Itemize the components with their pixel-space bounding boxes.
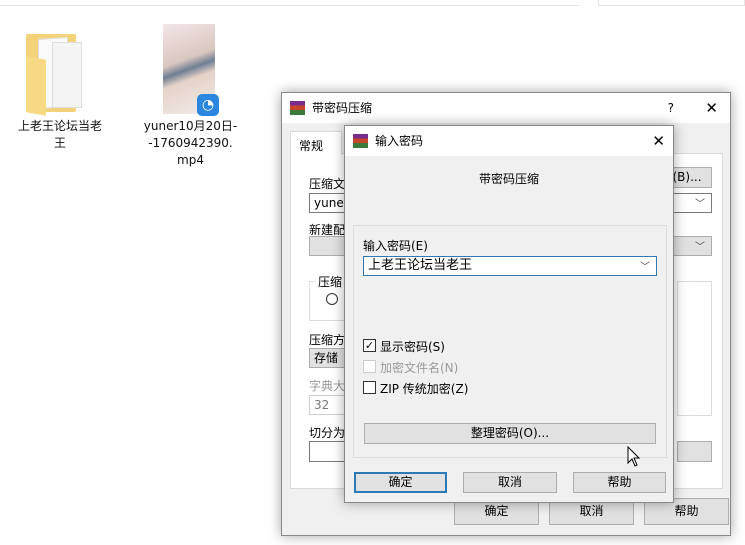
password-dialog: 输入密码 ✕ 带密码压缩 输入密码(E) 上老王论坛当老王 ﹀ ✓ 显示密码(S)…: [344, 125, 674, 503]
cancel-button[interactable]: 取消: [463, 472, 557, 493]
player-badge-icon: ◔: [197, 94, 219, 116]
zip-legacy-label: ZIP 传统加密(Z): [380, 382, 469, 396]
ok-button[interactable]: 确定: [354, 472, 447, 493]
help-button[interactable]: 帮助: [573, 472, 666, 493]
chevron-down-icon: ﹀: [695, 242, 705, 253]
video-label: yuner10月20日--1760942390.mp4: [143, 119, 238, 167]
folder-label: 上老王论坛当老王: [17, 119, 102, 150]
show-password-checkbox[interactable]: ✓: [363, 339, 376, 352]
close-icon[interactable]: ✕: [705, 93, 718, 123]
folder-icon: [26, 28, 90, 116]
password-combobox[interactable]: 上老王论坛当老王 ﹀: [363, 256, 657, 276]
dict-label: 字典大: [309, 379, 346, 393]
show-password-label: 显示密码(S): [380, 340, 445, 354]
chevron-down-icon: ﹀: [695, 199, 705, 210]
title-bar: 带密码压缩 ? ✕: [282, 93, 730, 123]
dialog-title: 输入密码: [375, 134, 424, 148]
help-title-button[interactable]: ?: [668, 93, 674, 123]
video-thumbnail-icon: ◔: [163, 24, 219, 116]
archive-name-label: 压缩文: [309, 177, 346, 191]
title-bar: 输入密码 ✕: [345, 126, 673, 156]
encrypt-names-checkbox[interactable]: [363, 360, 376, 373]
zip-legacy-checkbox[interactable]: [363, 381, 376, 394]
format-radio[interactable]: [326, 293, 338, 305]
method-label: 压缩方: [309, 333, 346, 347]
encrypt-names-label: 加密文件名(N): [380, 361, 459, 375]
explorer-header: [598, 0, 745, 6]
tab-general[interactable]: 常规: [290, 131, 342, 155]
password-value: 上老王论坛当老王: [368, 258, 473, 273]
organize-passwords-button[interactable]: 整理密码(O)...: [364, 423, 656, 444]
winrar-icon: [353, 134, 368, 148]
mouse-cursor-icon: [627, 446, 641, 467]
enter-password-label: 输入密码(E): [363, 239, 428, 253]
explorer-divider: [0, 5, 580, 6]
desktop-item-folder[interactable]: 上老王论坛当老王: [10, 28, 110, 152]
split-label: 切分为: [309, 426, 346, 440]
dialog-heading: 带密码压缩: [478, 172, 539, 186]
dialog-title: 带密码压缩: [312, 101, 373, 115]
split-button[interactable]: [677, 441, 712, 462]
winrar-icon: [290, 101, 305, 115]
close-icon[interactable]: ✕: [652, 126, 665, 156]
chevron-down-icon: ﹀: [640, 262, 650, 273]
desktop-item-video[interactable]: ◔ yuner10月20日--1760942390.mp4: [143, 24, 238, 169]
compression-group-label: 压缩: [315, 273, 346, 290]
options-box: [677, 281, 712, 416]
